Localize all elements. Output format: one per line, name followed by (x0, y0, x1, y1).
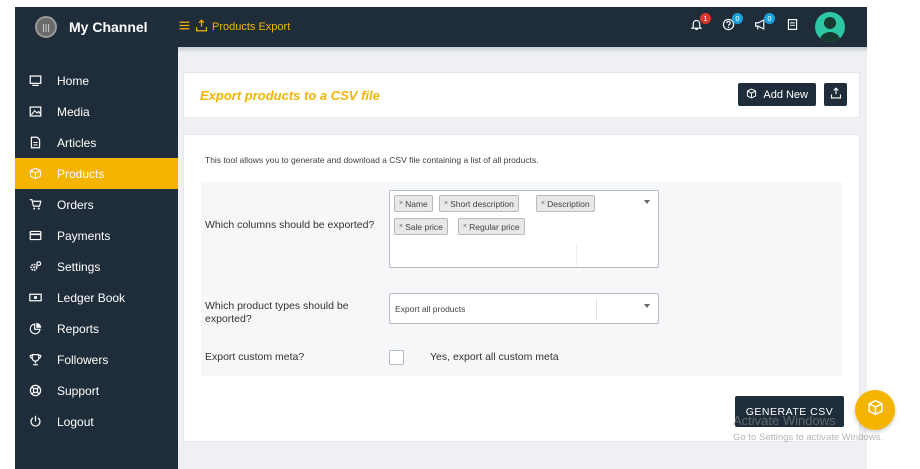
export-icon (195, 19, 208, 35)
pie-chart-icon (27, 321, 43, 337)
document-icon (786, 18, 799, 36)
sidebar-item-payments[interactable]: Payments (15, 220, 178, 251)
sidebar-item-reports[interactable]: Reports (15, 313, 178, 344)
columns-multiselect[interactable]: × Name × Short description × Description × S… (389, 190, 659, 268)
sidebar-item-label: Payments (57, 228, 111, 243)
product-types-value: Export all products (395, 304, 466, 314)
export-form-card: This tool allows you to generate and dow… (183, 134, 860, 442)
columns-label: Which columns should be exported? (205, 219, 375, 231)
sidebar-item-products[interactable]: Products (15, 158, 178, 189)
sidebar-item-label: Articles (57, 135, 97, 150)
brand-name: My Channel (69, 19, 148, 35)
lifebuoy-icon (27, 383, 43, 399)
sidebar-item-label: Logout (57, 414, 94, 429)
sidebar-item-label: Settings (57, 259, 101, 274)
breadcrumb: Products Export (178, 19, 290, 35)
user-avatar-icon (819, 17, 841, 42)
export-button[interactable] (824, 83, 847, 106)
meta-label: Export custom meta? (205, 351, 305, 363)
trophy-icon (27, 352, 43, 368)
sidebar-item-label: Home (57, 73, 90, 88)
money-icon (27, 290, 43, 306)
sidebar-item-ledger-book[interactable]: Ledger Book (15, 282, 178, 313)
help-count-badge: 0 (732, 13, 743, 24)
box-icon (27, 166, 43, 182)
activate-windows-subtitle: Go to Settings to activate Windows. (733, 432, 883, 443)
sidebar-item-followers[interactable]: Followers (15, 344, 178, 375)
column-chip-description[interactable]: × Description (536, 195, 595, 212)
sidebar-item-label: Followers (57, 352, 109, 367)
product-types-select[interactable]: Export all products (389, 293, 659, 324)
announcements-button[interactable]: 0 (751, 13, 775, 36)
sidebar-item-support[interactable]: Support (15, 375, 178, 406)
help-button[interactable]: 0 (719, 13, 743, 36)
sidebar-item-label: Orders (57, 197, 94, 212)
documents-button[interactable] (783, 18, 801, 36)
page-header-card: Export products to a CSV file Add New (183, 72, 860, 118)
sidebar-item-logout[interactable]: Logout (15, 406, 178, 437)
monitor-icon (27, 73, 43, 89)
sidebar-item-label: Reports (57, 321, 100, 336)
column-chip-regular-price[interactable]: × Regular price (458, 218, 525, 235)
breadcrumb-title: Products Export (212, 21, 291, 33)
announcements-count-badge: 0 (764, 13, 775, 24)
avatar[interactable] (815, 12, 845, 42)
columns-search-input[interactable] (394, 243, 577, 266)
sidebar-item-home[interactable]: Home (15, 65, 178, 96)
export-meta-checkbox-label[interactable]: Yes, export all custom meta (430, 351, 559, 363)
sidebar-item-label: Media (57, 104, 90, 119)
sidebar-nav: Home Media Articles Products Orders Paym… (15, 65, 178, 437)
sidebar-item-media[interactable]: Media (15, 96, 178, 127)
topbar-shadow (178, 47, 867, 53)
app-window: ||| My Channel Home Media Articles Produ… (15, 7, 867, 469)
power-icon (27, 414, 43, 430)
remove-chip-icon[interactable]: × (463, 223, 467, 230)
gears-icon (27, 259, 43, 275)
page-title: Export products to a CSV file (200, 87, 380, 103)
activate-windows-title: Activate Windows (733, 413, 836, 428)
types-label: Which product types should be exported? (205, 300, 349, 325)
box-icon (867, 399, 884, 421)
column-chip-sale-price[interactable]: × Sale price (394, 218, 448, 235)
export-meta-checkbox[interactable] (389, 350, 404, 365)
column-chip-short-description[interactable]: × Short description (439, 195, 519, 212)
export-description: This tool allows you to generate and dow… (205, 155, 539, 165)
column-chip-name[interactable]: × Name (394, 195, 433, 212)
file-icon (27, 135, 43, 151)
sidebar-item-articles[interactable]: Articles (15, 127, 178, 158)
topbar: Products Export 1 0 0 (178, 7, 867, 47)
notification-count-badge: 1 (700, 13, 711, 24)
cart-icon (27, 197, 43, 213)
hamburger-menu-icon[interactable] (178, 19, 191, 35)
chevron-down-icon[interactable] (644, 304, 650, 308)
remove-chip-icon[interactable]: × (399, 200, 403, 207)
export-icon (830, 86, 842, 104)
box-icon (746, 87, 757, 102)
channel-logo-icon: ||| (35, 16, 57, 38)
sidebar-item-label: Support (57, 383, 100, 398)
remove-chip-icon[interactable]: × (541, 200, 545, 207)
brand[interactable]: ||| My Channel (15, 7, 178, 47)
sidebar: ||| My Channel Home Media Articles Produ… (15, 7, 178, 469)
sidebar-item-label: Ledger Book (57, 290, 126, 305)
sidebar-item-label: Products (57, 166, 105, 181)
add-new-button[interactable]: Add New (738, 83, 816, 106)
image-icon (27, 104, 43, 120)
floating-action-button[interactable] (855, 390, 895, 430)
notifications-button[interactable]: 1 (687, 13, 711, 36)
topbar-actions: 1 0 0 (687, 7, 845, 47)
select-divider (596, 298, 597, 320)
sidebar-item-orders[interactable]: Orders (15, 189, 178, 220)
credit-card-icon (27, 228, 43, 244)
remove-chip-icon[interactable]: × (399, 223, 403, 230)
remove-chip-icon[interactable]: × (444, 200, 448, 207)
chevron-down-icon[interactable] (644, 200, 650, 204)
sidebar-item-settings[interactable]: Settings (15, 251, 178, 282)
add-new-label: Add New (763, 88, 808, 101)
